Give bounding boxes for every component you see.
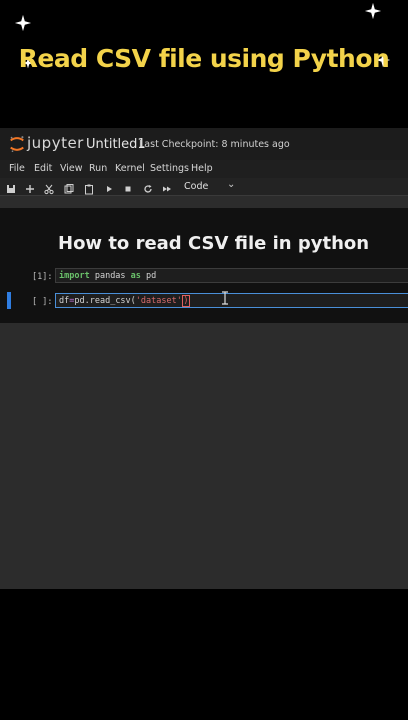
jupyter-window: jupyter Untitled1 Last Checkpoint: 8 min… xyxy=(0,128,408,589)
restart-icon[interactable] xyxy=(142,180,154,193)
code-call: pd.read_csv( xyxy=(74,296,136,306)
menu-settings[interactable]: Settings xyxy=(150,163,189,174)
code-variable: df xyxy=(59,296,70,306)
run-icon[interactable] xyxy=(103,180,115,192)
paste-icon[interactable] xyxy=(83,180,95,195)
menu-edit[interactable]: Edit xyxy=(34,163,52,174)
code-alias: pd xyxy=(140,271,157,281)
menu-run[interactable]: Run xyxy=(89,163,107,174)
jupyter-logo-text: jupyter xyxy=(27,134,84,152)
code-string: 'dataset' xyxy=(135,296,182,306)
markdown-heading: How to read CSV file in python xyxy=(58,233,370,254)
star-icon xyxy=(364,2,382,20)
banner-title: Read CSV file using Python xyxy=(18,44,390,73)
toolbar: Code ⌄ xyxy=(0,178,408,196)
code-module: pandas xyxy=(89,271,131,281)
cell-prompt: [ ]: xyxy=(32,297,53,307)
menu-kernel[interactable]: Kernel xyxy=(115,163,145,174)
code-keyword: as xyxy=(130,271,141,281)
plus-icon[interactable] xyxy=(24,180,36,193)
checkpoint-status: Last Checkpoint: 8 minutes ago xyxy=(139,139,290,150)
menu-file[interactable]: File xyxy=(9,163,25,174)
notebook-title[interactable]: Untitled1 xyxy=(86,137,146,152)
active-cell-indicator xyxy=(7,292,11,309)
menu-view[interactable]: View xyxy=(60,163,83,174)
cell-prompt: [1]: xyxy=(32,272,53,282)
stop-icon[interactable] xyxy=(122,180,134,192)
menu-help[interactable]: Help xyxy=(191,163,213,174)
code-paren: ) xyxy=(181,295,190,307)
chevron-down-icon[interactable]: ⌄ xyxy=(227,179,235,190)
top-bar: jupyter Untitled1 Last Checkpoint: 8 min… xyxy=(0,128,408,161)
code-cell-active[interactable]: df=pd.read_csv('dataset') xyxy=(55,293,408,308)
code-keyword: import xyxy=(59,271,90,281)
fast-forward-icon[interactable] xyxy=(161,180,173,192)
cut-icon[interactable] xyxy=(43,180,55,195)
code-cell[interactable]: import pandas as pd xyxy=(55,268,408,283)
star-icon xyxy=(14,14,32,32)
cell-type-select[interactable]: Code xyxy=(184,181,208,192)
menu-bar: File Edit View Run Kernel Settings Help xyxy=(0,160,408,179)
jupyter-logo-icon xyxy=(8,135,26,153)
copy-icon[interactable] xyxy=(63,180,75,194)
save-icon[interactable] xyxy=(5,180,17,193)
text-cursor-icon xyxy=(220,290,230,305)
